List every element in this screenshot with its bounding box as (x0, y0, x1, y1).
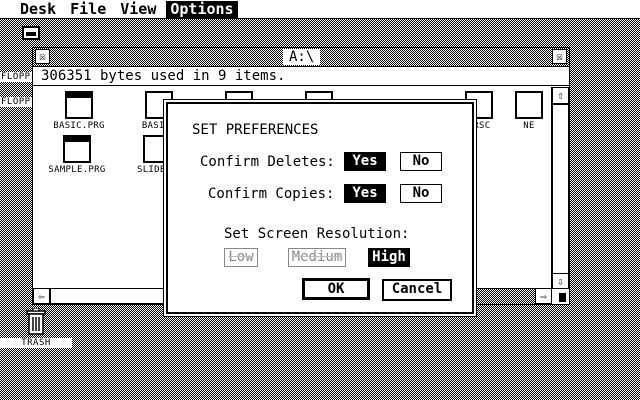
file-item[interactable]: NE (509, 91, 549, 131)
menu-view[interactable]: View (116, 0, 160, 18)
resolution-high-button[interactable]: High (368, 248, 410, 267)
scroll-left-arrow-icon[interactable]: ⇦ (33, 288, 50, 304)
resolution-medium-button[interactable]: Medium (288, 248, 346, 267)
scroll-right-arrow-icon[interactable]: ⇨ (535, 288, 552, 304)
window-title: A:\ (283, 49, 321, 65)
window-titlebar[interactable]: ☒ A:\ ☒ (33, 48, 569, 67)
confirm-copies-yes-button[interactable]: Yes (344, 184, 386, 203)
trash-label: TRASH (0, 338, 72, 348)
program-icon (63, 135, 91, 163)
resize-box-icon[interactable] (551, 288, 569, 304)
floppy-b-icon[interactable]: FLOPP (0, 75, 32, 107)
resolution-low-button[interactable]: Low (224, 248, 258, 267)
program-icon (65, 91, 93, 119)
menu-desk[interactable]: Desk (16, 0, 60, 18)
dialog-title: SET PREFERENCES (192, 122, 319, 138)
menu-bar: Desk File View Options (0, 0, 640, 19)
ok-button[interactable]: OK (302, 278, 370, 300)
menu-file[interactable]: File (66, 0, 110, 18)
confirm-copies-label: Confirm Copies: (208, 186, 335, 202)
confirm-deletes-yes-button[interactable]: Yes (344, 152, 386, 171)
trash-can-icon (26, 308, 46, 335)
vertical-scrollbar[interactable]: ⇧ ⇩ (551, 87, 569, 290)
vertical-scroll-thumb[interactable] (552, 104, 569, 274)
floppy-b-label: FLOPP (0, 97, 32, 107)
menu-options[interactable]: Options (166, 0, 238, 18)
window-info-line: 306351 bytes used in 9 items. (33, 67, 569, 86)
file-item[interactable]: SAMPLE.PRG (37, 135, 117, 175)
scroll-up-arrow-icon[interactable]: ⇧ (552, 87, 569, 104)
close-box-icon[interactable]: ☒ (35, 49, 50, 64)
cancel-button[interactable]: Cancel (382, 279, 452, 301)
confirm-copies-no-button[interactable]: No (400, 184, 442, 203)
confirm-deletes-no-button[interactable]: No (400, 152, 442, 171)
file-item[interactable]: BASIC.PRG (39, 91, 119, 131)
document-icon (515, 91, 543, 119)
set-preferences-dialog: SET PREFERENCES Confirm Deletes: Yes No … (166, 102, 474, 314)
resolution-label: Set Screen Resolution: (224, 226, 410, 242)
floppy-a-icon[interactable]: FLOPP (0, 22, 40, 82)
trash-icon[interactable]: TRASH (0, 308, 72, 348)
confirm-deletes-label: Confirm Deletes: (200, 154, 335, 170)
full-box-icon[interactable]: ☒ (552, 49, 567, 64)
